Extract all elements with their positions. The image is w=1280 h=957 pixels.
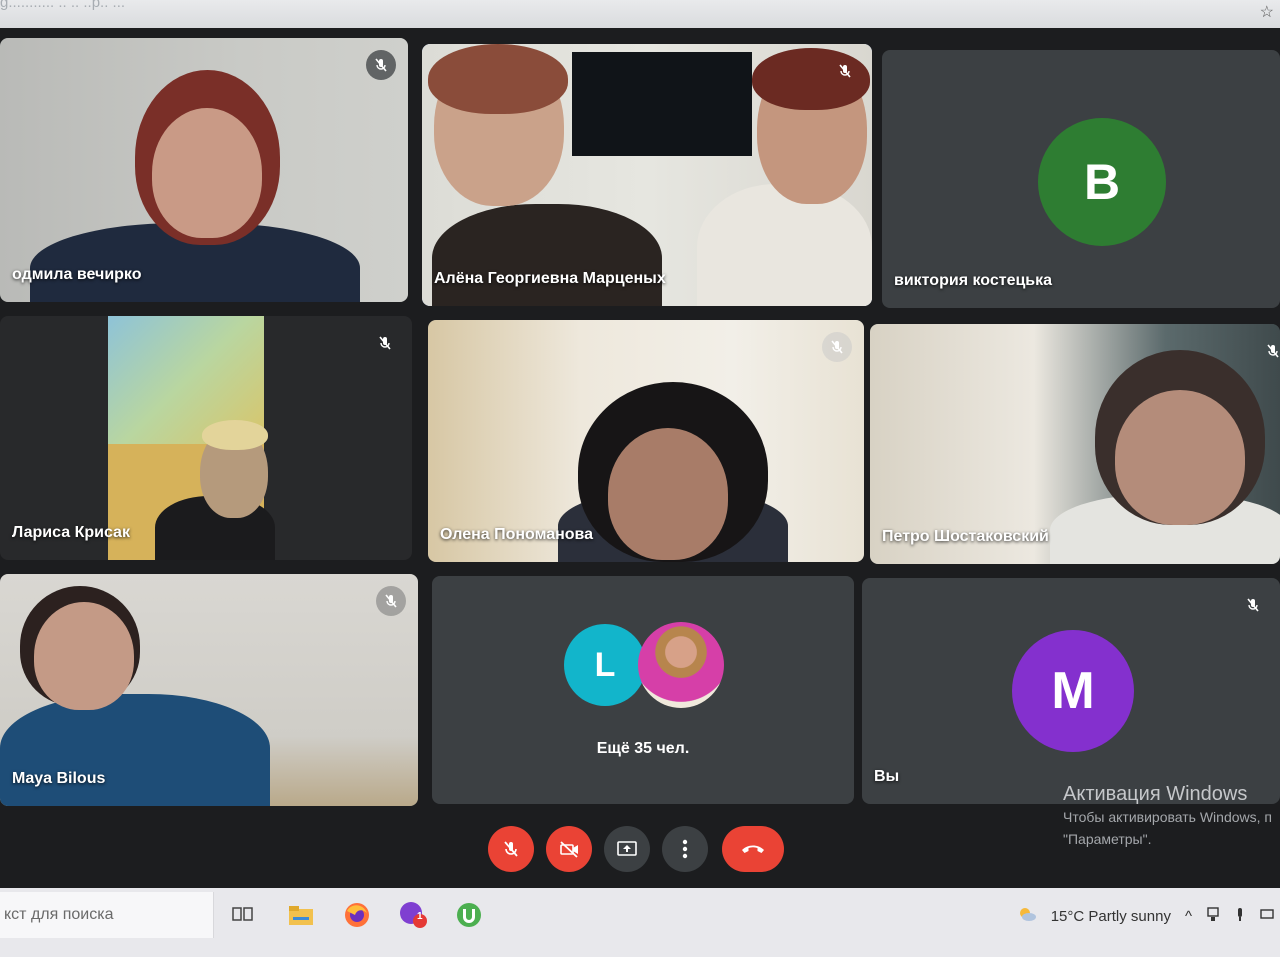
weather-text[interactable]: 15°C Partly sunny: [1051, 908, 1171, 925]
weather-icon[interactable]: [1017, 905, 1037, 927]
participant-name: Вы: [874, 768, 900, 785]
more-vert-icon: [682, 839, 688, 859]
participant-name: Олена Пономанова: [440, 526, 594, 543]
task-view-icon[interactable]: [228, 900, 258, 930]
mic-off-icon: [366, 50, 396, 80]
taskbar-search-field[interactable]: кст для поиска: [0, 892, 214, 938]
mic-off-icon: [1238, 590, 1268, 620]
network-icon[interactable]: [1206, 906, 1220, 926]
camera-off-icon: [560, 841, 578, 858]
video-feed: [422, 44, 872, 306]
participant-tile[interactable]: Петро Шостаковский: [870, 324, 1280, 564]
activation-title: Активация Windows: [1063, 783, 1248, 805]
participant-tile[interactable]: Олена Пономанова: [428, 320, 864, 562]
firefox-icon[interactable]: [342, 900, 372, 930]
url-text[interactable]: g........... .. .. ..p.. ...: [0, 0, 125, 11]
bookmark-star-icon[interactable]: ☆: [1260, 2, 1274, 22]
self-tile[interactable]: M Вы: [862, 578, 1280, 804]
participant-name: Алёна Георгиевна Марценых: [434, 270, 666, 287]
mic-off-icon: [504, 841, 518, 857]
camera-toggle-button[interactable]: [546, 826, 592, 872]
video-feed: [0, 38, 408, 302]
mic-off-icon: [370, 328, 400, 358]
system-tray: 15°C Partly sunny ^: [1017, 898, 1280, 934]
participant-tile[interactable]: Лариса Крисак: [0, 316, 412, 560]
participant-name: виктория костецька: [894, 272, 1053, 289]
more-participants-tile[interactable]: L Ещё 35 чел.: [432, 576, 854, 804]
participant-name: Лариса Крисак: [12, 524, 130, 541]
hang-up-icon: [742, 845, 764, 853]
more-participants-label: Ещё 35 чел.: [596, 740, 690, 757]
mic-off-icon: [822, 332, 852, 362]
utorrent-icon[interactable]: [454, 900, 484, 930]
participant-tile[interactable]: Maya Bilous: [0, 574, 418, 806]
notification-badge: 1: [417, 911, 423, 922]
windows-taskbar: кст для поиска 1 15°C Partly sunny ^: [0, 888, 1280, 957]
participant-name: Петро Шостаковский: [882, 528, 1049, 545]
chevron-up-icon[interactable]: ^: [1185, 908, 1192, 925]
leave-call-button[interactable]: [722, 826, 784, 872]
meeting-controls: [0, 826, 1280, 886]
display-icon[interactable]: [1260, 908, 1274, 925]
viber-icon[interactable]: 1: [398, 900, 428, 930]
participant-name: Maya Bilous: [12, 770, 106, 787]
mic-off-icon: [376, 586, 406, 616]
mic-off-icon: [1258, 336, 1280, 366]
participant-avatar: В: [1038, 118, 1166, 246]
participant-tile[interactable]: одмила вечирко: [0, 38, 408, 302]
participant-photo-avatar: [638, 622, 724, 708]
participant-name: одмила вечирко: [12, 266, 142, 283]
mic-toggle-button[interactable]: [488, 826, 534, 872]
self-avatar: M: [1012, 630, 1134, 752]
file-explorer-icon[interactable]: [286, 900, 316, 930]
participant-tile-active[interactable]: Алёна Георгиевна Марценых: [422, 44, 872, 306]
participant-tile[interactable]: В виктория костецька: [882, 50, 1280, 308]
more-options-button[interactable]: [662, 826, 708, 872]
participant-avatar: L: [564, 624, 646, 706]
present-screen-button[interactable]: [604, 826, 650, 872]
present-screen-icon: [617, 841, 637, 856]
activation-line: Чтобы активировать Windows, п: [1063, 809, 1272, 825]
mic-off-icon: [830, 56, 860, 86]
meeting-grid: одмила вечирко Алёна Георгиевна Марценых…: [0, 28, 1280, 888]
volume-icon[interactable]: [1234, 906, 1246, 926]
